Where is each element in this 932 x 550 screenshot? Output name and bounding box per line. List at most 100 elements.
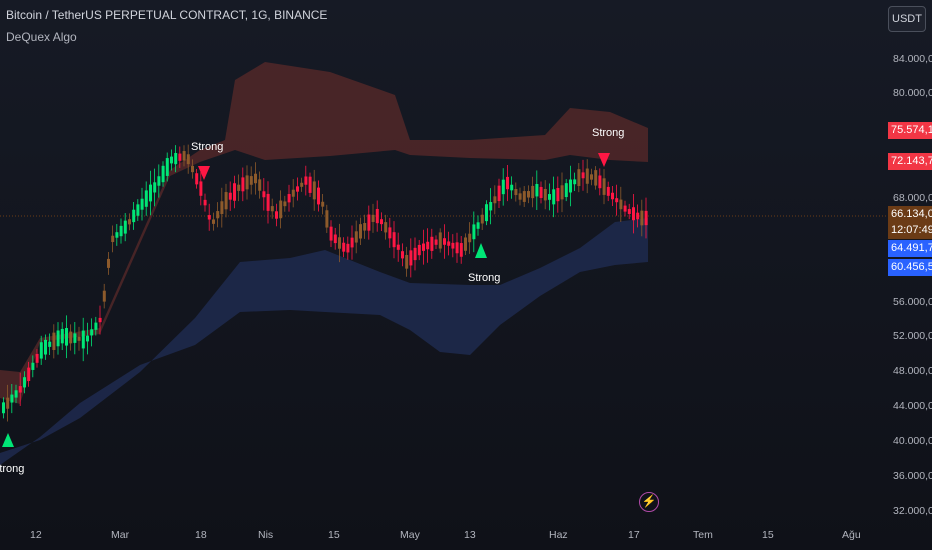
candle-body [128, 219, 131, 225]
candle-body [640, 210, 644, 226]
candle-body [6, 397, 10, 409]
candle-body [354, 231, 358, 243]
time-tick: Ağu [842, 529, 861, 541]
candle-body [644, 210, 648, 226]
candle-body [455, 242, 459, 254]
candle-body [531, 185, 535, 199]
countdown-label: 12:07:49 [888, 222, 932, 239]
time-tick: Haz [549, 529, 568, 541]
candle-body [52, 332, 56, 351]
candle-body [300, 182, 304, 187]
candle-body [480, 214, 484, 224]
candle-body [451, 242, 455, 249]
candle-body [123, 220, 127, 234]
candle-body [363, 223, 367, 231]
candle-body [417, 244, 421, 256]
candle-body [527, 191, 530, 198]
candle-body [233, 183, 236, 201]
signal-label: Strong [592, 127, 625, 139]
candle-body [258, 179, 262, 191]
candle-body [94, 322, 98, 330]
candle-body [56, 330, 60, 347]
candle-body [144, 190, 148, 207]
candle-body [426, 241, 430, 250]
candle-body [548, 194, 551, 200]
candle-body [149, 184, 152, 202]
lower-band-bottom-label: 60.456,5 [888, 259, 932, 276]
candle-body [69, 331, 73, 344]
buy-signal-marker [2, 433, 14, 447]
candle-body [430, 236, 434, 251]
candle-body [216, 211, 220, 219]
candle-body [86, 335, 89, 342]
signal-label: Strong [468, 272, 501, 284]
symbol-title[interactable]: Bitcoin / TetherUS PERPETUAL CONTRACT, 1… [6, 8, 327, 22]
candle-body [18, 386, 22, 393]
candle-body [543, 188, 547, 201]
buy-signal-marker [475, 243, 487, 258]
currency-button[interactable]: USDT [888, 6, 926, 32]
candle-body [392, 232, 396, 248]
candle-body [23, 377, 26, 388]
candle-body [44, 339, 47, 355]
candle-body [31, 362, 35, 370]
candle-body [619, 199, 623, 210]
candle-body [165, 158, 169, 176]
candle-body [296, 186, 299, 192]
chart-area[interactable]: Bitcoin / TetherUS PERPETUAL CONTRACT, 1… [0, 0, 932, 550]
candle-body [413, 247, 417, 261]
candle-body [77, 336, 81, 341]
signal-label: Strong [191, 141, 224, 153]
candle-body [396, 244, 400, 250]
candle-body [388, 227, 392, 239]
candle-body [39, 342, 43, 359]
time-tick: 15 [762, 529, 774, 541]
candle-body [535, 183, 539, 197]
candle-body [346, 243, 350, 253]
candle-body [497, 185, 501, 202]
candle-body [447, 241, 451, 246]
candle-body [342, 242, 346, 252]
candle-body [275, 211, 278, 219]
candle-body [48, 341, 52, 347]
indicator-name[interactable]: DeQuex Algo [6, 30, 77, 44]
candle-body [489, 202, 493, 211]
candle-body [468, 233, 472, 243]
price-tick: 56.000,0 [893, 296, 932, 308]
price-chart[interactable] [0, 0, 932, 550]
candle-body [178, 153, 182, 161]
candle-body [186, 154, 190, 165]
candle-body [627, 209, 631, 214]
candle-body [107, 258, 110, 268]
candle-body [556, 187, 560, 202]
candle-body [115, 232, 119, 238]
candle-body [249, 176, 253, 185]
candle-body [598, 175, 602, 189]
candle-body [228, 192, 232, 200]
candle-body [132, 209, 136, 223]
candle-body [174, 152, 178, 165]
time-tick: May [400, 529, 420, 541]
candle-body [590, 174, 593, 180]
candle-body [405, 254, 409, 269]
candle-body [270, 206, 274, 212]
candle-body [434, 239, 438, 245]
candle-body [254, 173, 257, 184]
candle-body [493, 196, 497, 204]
candle-body [375, 208, 379, 224]
candle-body [182, 151, 186, 161]
candle-body [472, 224, 476, 240]
lightning-icon[interactable]: ⚡ [639, 492, 659, 512]
candle-body [371, 214, 375, 222]
candle-body [317, 187, 320, 205]
candle-body [338, 237, 341, 249]
candle-body [312, 181, 316, 200]
candle-body [136, 204, 140, 216]
candle-body [585, 168, 589, 184]
lower-band [0, 218, 648, 465]
time-tick: 12 [30, 529, 42, 541]
candle-body [98, 317, 102, 323]
candle-body [199, 181, 203, 196]
candle-body [287, 194, 291, 203]
candle-body [191, 165, 194, 173]
